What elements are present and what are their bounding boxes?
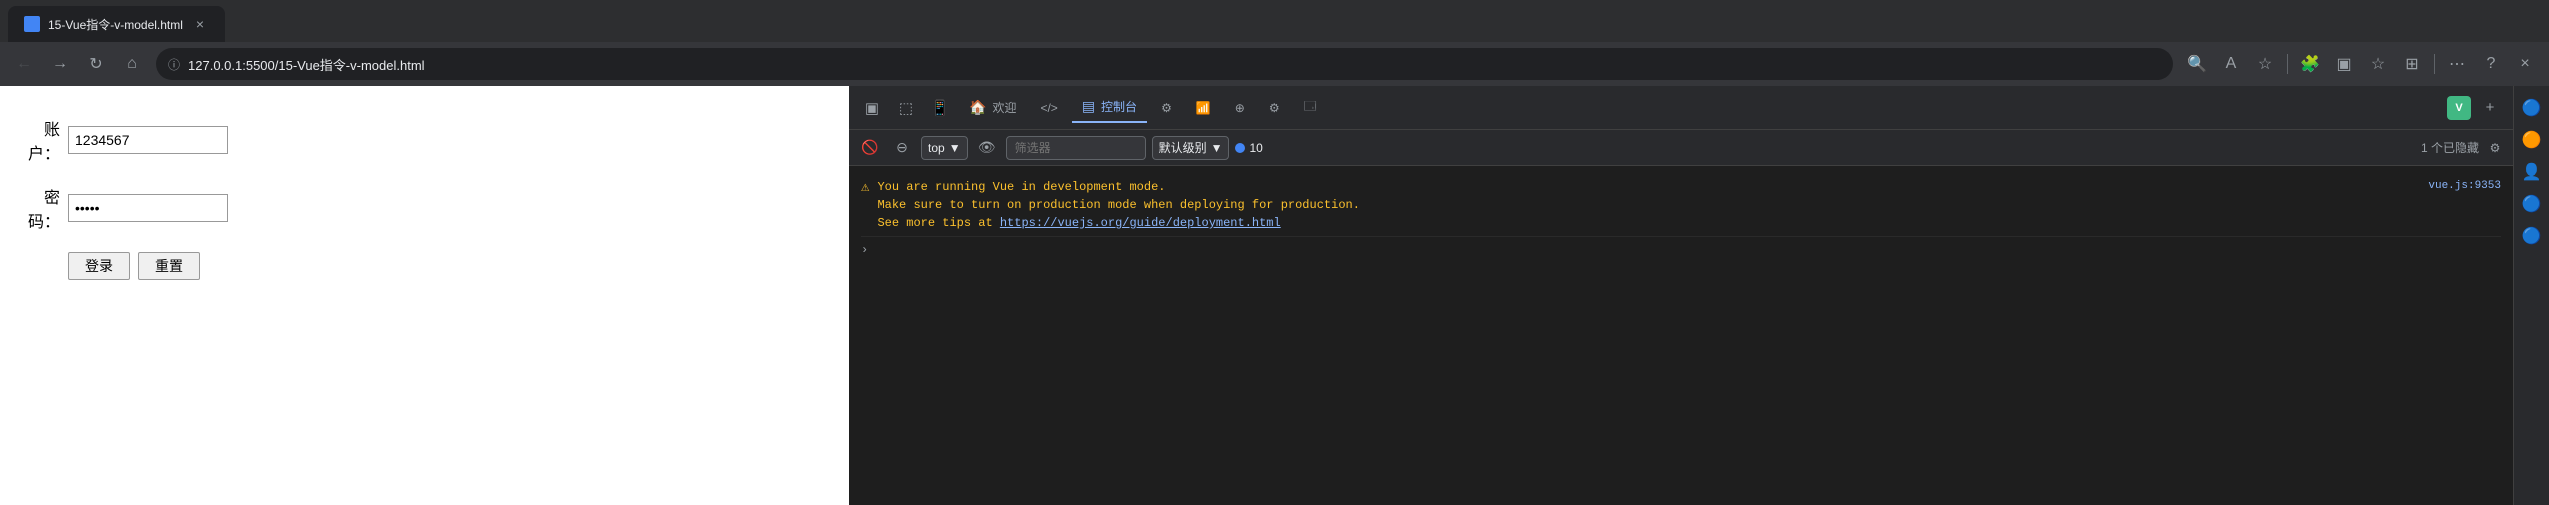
- top-select-label: top: [928, 141, 945, 155]
- tab-application-icon: 🗔: [1304, 97, 1317, 118]
- tab-elements-label: </>: [1040, 101, 1057, 115]
- password-input[interactable]: [68, 194, 228, 222]
- level-label: 默认级别: [1159, 139, 1207, 156]
- tab-console-label: 控制台: [1101, 98, 1137, 115]
- account-input[interactable]: [68, 126, 228, 154]
- sidebar-icon-4[interactable]: 🔵: [2518, 190, 2546, 218]
- message-line1: You are running Vue in development mode.: [877, 180, 1165, 194]
- reset-button[interactable]: 重置: [138, 252, 200, 280]
- console-toolbar: 🚫 ⊖ top ▼ 👁 默认级别 ▼ 10 1 个已隐藏 ⚙: [849, 130, 2513, 166]
- close-window-button[interactable]: ×: [2509, 48, 2541, 80]
- tab-sources-icon: ⚙: [1161, 101, 1172, 115]
- extensions-icon[interactable]: 🧩: [2294, 48, 2326, 80]
- tab-console[interactable]: ▤ 控制台: [1072, 93, 1147, 123]
- console-message-vue-warning: ⚠ You are running Vue in development mod…: [861, 174, 2501, 237]
- address-bar[interactable]: ⓘ 127.0.0.1:5500/15-Vue指令-v-model.html: [156, 48, 2173, 80]
- devtools-dock-button[interactable]: ▣: [857, 93, 887, 123]
- console-settings-icon[interactable]: ⚙: [2485, 138, 2505, 158]
- browser-chrome: 15-Vue指令-v-model.html × ← → ↻ ⌂ ⓘ 127.0.…: [0, 0, 2549, 86]
- address-text: 127.0.0.1:5500/15-Vue指令-v-model.html: [188, 55, 2161, 74]
- sidebar-toggle-icon[interactable]: ▣: [2328, 48, 2360, 80]
- console-filter-input[interactable]: [1006, 136, 1146, 160]
- profile-icon[interactable]: ☆: [2362, 48, 2394, 80]
- sidebar-icon-3[interactable]: 👤: [2518, 158, 2546, 186]
- console-level-select[interactable]: 默认级别 ▼: [1152, 136, 1230, 160]
- nav-bar: ← → ↻ ⌂ ⓘ 127.0.0.1:5500/15-Vue指令-v-mode…: [0, 42, 2549, 86]
- tab-close-button[interactable]: ×: [191, 15, 209, 33]
- reload-button[interactable]: ↻: [80, 48, 112, 80]
- console-icon: ▤: [1082, 98, 1095, 115]
- bookmark-icon[interactable]: ☆: [2249, 48, 2281, 80]
- level-select-arrow: ▼: [1211, 141, 1223, 155]
- console-prompt-arrow: ›: [861, 243, 868, 257]
- sidebar-icon-1[interactable]: 🔵: [2518, 94, 2546, 122]
- sidebar-icon-2[interactable]: 🟠: [2518, 126, 2546, 154]
- password-label: 密码：: [20, 184, 60, 232]
- vue-extension-button[interactable]: V: [2447, 96, 2471, 120]
- help-icon[interactable]: ?: [2475, 48, 2507, 80]
- translate-icon[interactable]: A: [2215, 48, 2247, 80]
- tab-memory-icon: ⚙: [1269, 101, 1280, 115]
- main-layout: 账户： 密码： 登录 重置 ▣ ⬚ 📱 🏠 欢迎 </> ▤: [0, 86, 2549, 505]
- hidden-count: 1 个已隐藏 ⚙: [2421, 138, 2505, 158]
- console-prompt-row: ›: [861, 237, 2501, 263]
- console-count-badge: 10: [1235, 141, 1262, 155]
- toolbar-divider: [2287, 54, 2288, 74]
- account-label: 账户：: [20, 116, 60, 164]
- account-row: 账户：: [20, 116, 829, 164]
- warning-icon: ⚠: [861, 179, 869, 196]
- more-menu-button[interactable]: ⋯: [2441, 48, 2473, 80]
- console-message-text: You are running Vue in development mode.…: [877, 178, 2420, 232]
- toolbar-divider2: [2434, 54, 2435, 74]
- back-button[interactable]: ←: [8, 48, 40, 80]
- toolbar-icons: 🔍 A ☆ 🧩 ▣ ☆ ⊞ ⋯ ? ×: [2181, 48, 2541, 80]
- button-row: 登录 重置: [20, 252, 829, 280]
- apps-icon[interactable]: ⊞: [2396, 48, 2428, 80]
- badge-dot: [1235, 143, 1245, 153]
- devtools-panel: ▣ ⬚ 📱 🏠 欢迎 </> ▤ 控制台 ⚙ 📶 ⊕: [849, 86, 2513, 505]
- console-content: ⚠ You are running Vue in development mod…: [849, 166, 2513, 505]
- devtools-inspect-button[interactable]: ⬚: [891, 93, 921, 123]
- deployment-link[interactable]: https://vuejs.org/guide/deployment.html: [1000, 216, 1281, 230]
- tab-network[interactable]: 📶: [1186, 93, 1221, 123]
- tab-welcome[interactable]: 🏠 欢迎: [959, 93, 1026, 123]
- tab-title: 15-Vue指令-v-model.html: [48, 16, 183, 33]
- tab-welcome-label: 欢迎: [992, 99, 1016, 116]
- console-eye-button[interactable]: 👁: [974, 135, 1000, 161]
- tab-performance-icon: ⊕: [1235, 101, 1245, 115]
- message-count: 10: [1249, 141, 1262, 155]
- tab-bar: 15-Vue指令-v-model.html ×: [0, 0, 2549, 42]
- tab-application[interactable]: 🗔: [1294, 93, 1327, 123]
- tab-network-icon: 📶: [1196, 101, 1211, 115]
- devtools-device-button[interactable]: 📱: [925, 93, 955, 123]
- tab-memory[interactable]: ⚙: [1259, 93, 1290, 123]
- devtools-toolbar: ▣ ⬚ 📱 🏠 欢迎 </> ▤ 控制台 ⚙ 📶 ⊕: [849, 86, 2513, 130]
- active-tab[interactable]: 15-Vue指令-v-model.html ×: [8, 6, 225, 42]
- welcome-icon: 🏠: [969, 99, 986, 116]
- tab-elements[interactable]: </>: [1030, 93, 1067, 123]
- console-clear-button[interactable]: 🚫: [857, 135, 883, 161]
- top-select-arrow: ▼: [949, 141, 961, 155]
- right-sidebar: 🔵 🟠 👤 🔵 🔵: [2513, 86, 2549, 505]
- tab-favicon: [24, 16, 40, 32]
- console-top-select[interactable]: top ▼: [921, 136, 968, 160]
- console-source[interactable]: vue.js:9353: [2428, 180, 2501, 192]
- forward-button[interactable]: →: [44, 48, 76, 80]
- sidebar-icon-5[interactable]: 🔵: [2518, 222, 2546, 250]
- tab-performance[interactable]: ⊕: [1225, 93, 1255, 123]
- message-line3: See more tips at: [877, 216, 999, 230]
- message-line2: Make sure to turn on production mode whe…: [877, 198, 1359, 212]
- home-button[interactable]: ⌂: [116, 48, 148, 80]
- devtools-add-button[interactable]: +: [2475, 93, 2505, 123]
- console-no-entry-button[interactable]: ⊖: [889, 135, 915, 161]
- protocol-icon: ⓘ: [168, 56, 180, 73]
- tab-sources[interactable]: ⚙: [1151, 93, 1182, 123]
- hidden-count-text: 1 个已隐藏: [2421, 139, 2479, 156]
- page-content: 账户： 密码： 登录 重置: [0, 86, 849, 505]
- login-button[interactable]: 登录: [68, 252, 130, 280]
- search-icon[interactable]: 🔍: [2181, 48, 2213, 80]
- password-row: 密码：: [20, 184, 829, 232]
